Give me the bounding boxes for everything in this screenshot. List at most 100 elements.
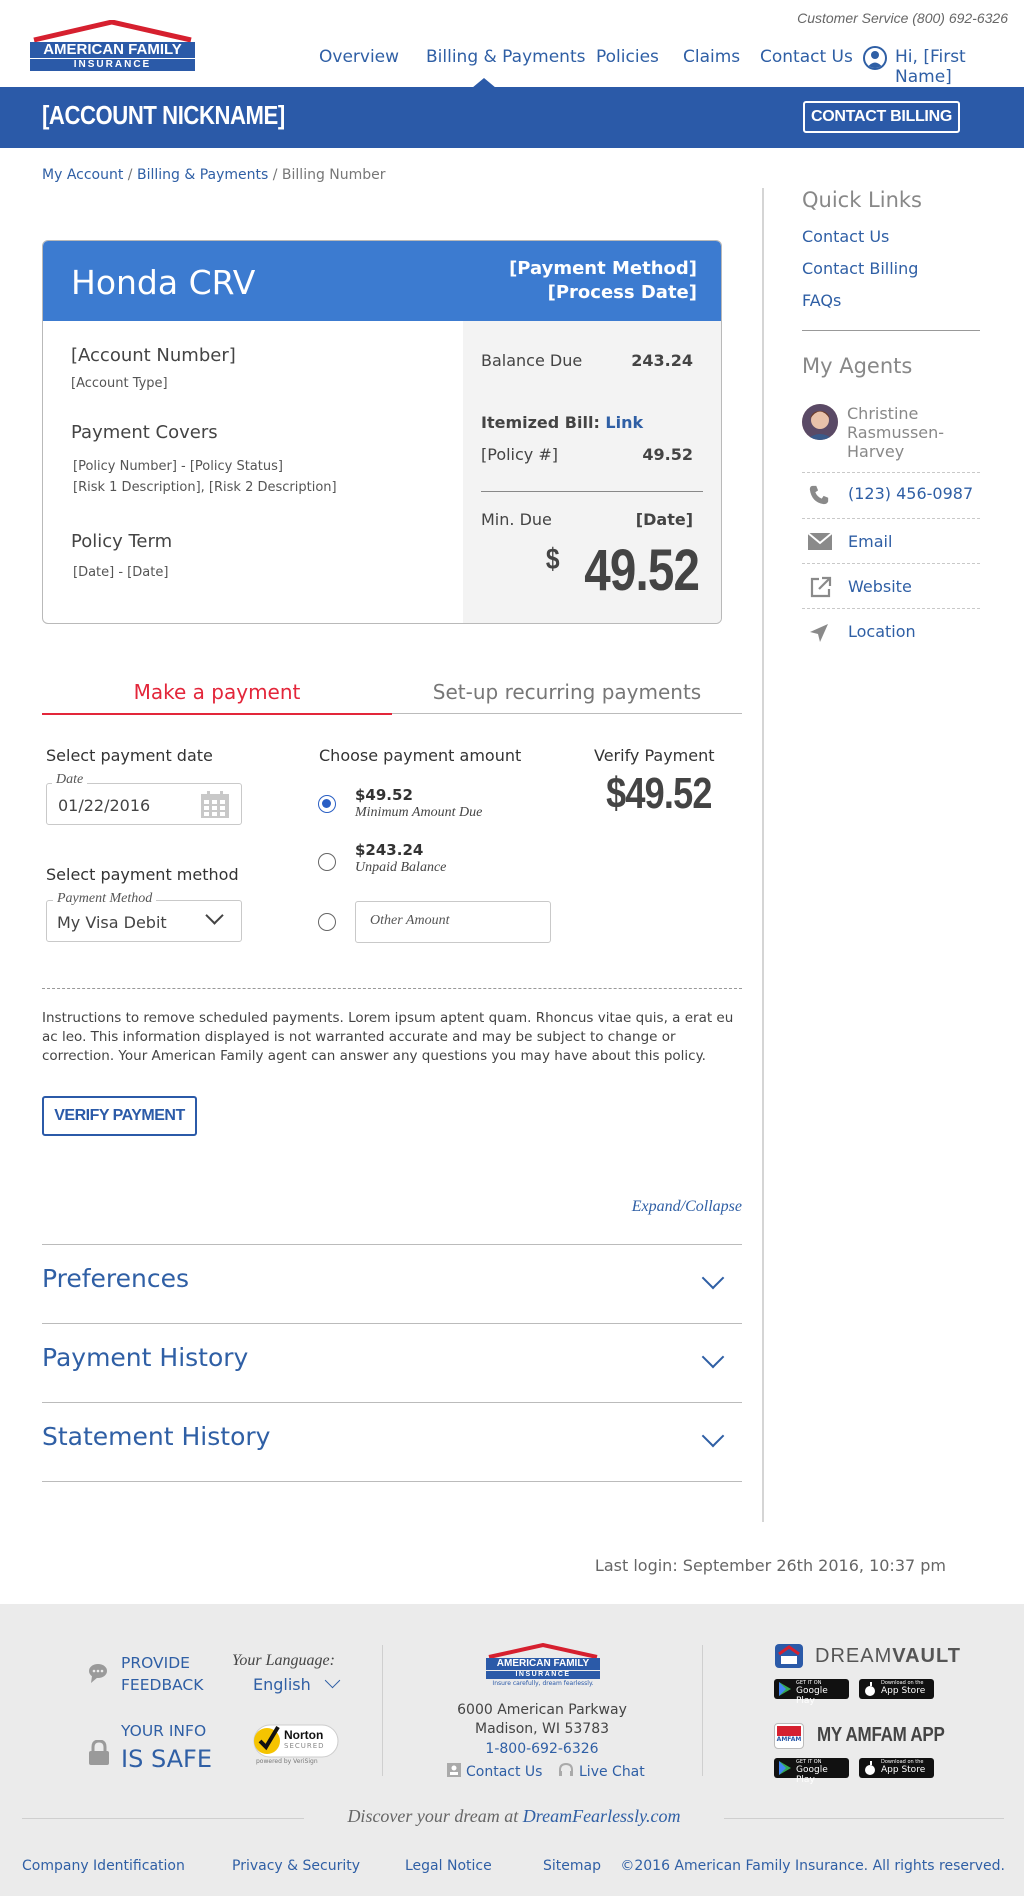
tabs-underline <box>392 713 742 714</box>
sidebar-dashed-divider <box>802 518 980 519</box>
agent-website[interactable]: Website <box>848 577 912 596</box>
agent-name: Christine Rasmussen- Harvey <box>847 404 944 461</box>
option-minimum-amount: $49.52 <box>355 786 413 804</box>
breadcrumb-separator: / <box>127 167 133 183</box>
location-icon <box>810 624 828 642</box>
google-play-badge[interactable]: GET IT ON Google Play <box>774 1758 849 1785</box>
language-label: Your Language: <box>232 1652 335 1669</box>
google-play-text: Google Play <box>796 1765 828 1785</box>
footer-link-sitemap[interactable]: Sitemap <box>543 1858 601 1874</box>
quick-link-faqs[interactable]: FAQs <box>802 291 841 310</box>
policy-term-heading: Policy Term <box>71 531 173 552</box>
chevron-down-icon[interactable] <box>701 1345 725 1369</box>
sidebar-dashed-divider <box>802 472 980 473</box>
date-value: 01/22/2016 <box>58 796 151 815</box>
nav-policies[interactable]: Policies <box>596 47 659 67</box>
nav-claims[interactable]: Claims <box>683 47 740 67</box>
google-play-icon <box>779 1682 791 1696</box>
accordion-divider <box>42 1481 742 1482</box>
payment-instructions: Instructions to remove scheduled payment… <box>42 1010 734 1064</box>
sidebar-dashed-divider <box>802 608 980 609</box>
logo-text-line1: AMERICAN FAMILY <box>43 41 182 58</box>
min-due-number: 49.52 <box>584 538 700 603</box>
breadcrumb-billing-payments[interactable]: Billing & Payments <box>137 167 268 183</box>
policy-status-line: [Policy Number] - [Policy Status] <box>73 459 283 474</box>
radio-unpaid-balance[interactable] <box>318 853 336 871</box>
address-line1: 6000 American Parkway <box>457 1702 627 1718</box>
logo[interactable]: AMERICAN FAMILY INSURANCE <box>30 20 195 72</box>
tab-make-payment[interactable]: Make a payment <box>42 680 392 704</box>
logo-text-line2: INSURANCE <box>73 59 152 70</box>
contact-card-icon <box>447 1763 461 1777</box>
app-store-badge[interactable]: Download on the App Store <box>859 1758 934 1778</box>
user-icon[interactable] <box>863 46 887 70</box>
footer-live-chat[interactable]: Live Chat <box>579 1764 645 1780</box>
bill-card: Honda CRV [Payment Method] [Process Date… <box>42 240 722 624</box>
my-agents-heading: My Agents <box>802 354 913 378</box>
bill-summary-panel: Balance Due 243.24 Itemized Bill: Link [… <box>463 321 721 623</box>
contact-billing-button[interactable]: CONTACT BILLING <box>803 101 960 133</box>
payment-covers-heading: Payment Covers <box>71 422 218 443</box>
risk-description-line: [Risk 1 Description], [Risk 2 Descriptio… <box>73 480 337 495</box>
accordion-statement-history[interactable]: Statement History <box>42 1422 270 1451</box>
agent-phone[interactable]: (123) 456-0987 <box>848 484 973 503</box>
norton-name: Norton <box>284 1728 324 1742</box>
itemized-bill-label: Itemized Bill: Link <box>481 413 643 432</box>
footer-link-legal-notice[interactable]: Legal Notice <box>405 1858 492 1874</box>
option-unpaid-desc: Unpaid Balance <box>355 860 447 875</box>
agent-email[interactable]: Email <box>848 532 892 551</box>
tab-recurring-payments[interactable]: Set-up recurring payments <box>392 680 742 704</box>
norton-secured-badge[interactable]: Norton SECURED powered by VeriSign <box>248 1718 341 1766</box>
copyright-text: ©2016 American Family Insurance. All rig… <box>620 1858 1005 1874</box>
feedback-icon <box>89 1664 107 1683</box>
chevron-down-icon[interactable] <box>701 1266 725 1290</box>
active-tab-indicator <box>42 713 392 715</box>
other-amount-input[interactable]: Other Amount <box>355 901 551 943</box>
dream-fearlessly-link[interactable]: DreamFearlessly.com <box>523 1806 681 1826</box>
last-login: Last login: September 26th 2016, 10:37 p… <box>594 1556 946 1575</box>
breadcrumb-my-account[interactable]: My Account <box>42 167 123 183</box>
footer-link-privacy-security[interactable]: Privacy & Security <box>232 1858 360 1874</box>
accordion-preferences[interactable]: Preferences <box>42 1264 189 1293</box>
account-nickname: [ACCOUNT NICKNAME] <box>42 100 285 130</box>
language-select[interactable]: English <box>253 1675 311 1694</box>
agent-avatar <box>802 404 838 440</box>
app-store-badge[interactable]: Download on the App Store <box>859 1679 934 1699</box>
quick-links-heading: Quick Links <box>802 188 923 212</box>
is-safe-text: IS SAFE <box>121 1745 213 1773</box>
payment-method-label: [Payment Method] <box>509 258 697 279</box>
sidebar-dashed-divider <box>802 563 980 564</box>
account-type: [Account Type] <box>71 376 168 391</box>
bill-card-title: Honda CRV <box>71 263 256 302</box>
agent-location[interactable]: Location <box>848 622 916 641</box>
expand-collapse-link[interactable]: Expand/Collapse <box>632 1198 742 1216</box>
itemized-bill-link[interactable]: Link <box>605 413 643 432</box>
quick-link-contact-billing[interactable]: Contact Billing <box>802 259 918 278</box>
footer-rule-left <box>22 1818 304 1819</box>
quick-link-contact-us[interactable]: Contact Us <box>802 227 889 246</box>
apple-icon <box>865 1761 875 1775</box>
option-unpaid-amount: $243.24 <box>355 841 424 859</box>
google-play-badge[interactable]: GET IT ON Google Play <box>774 1679 849 1706</box>
provide-feedback-link[interactable]: PROVIDE FEEDBACK <box>121 1652 203 1696</box>
balance-due-label: Balance Due <box>481 351 583 370</box>
radio-minimum-amount[interactable] <box>318 795 336 813</box>
accordion-payment-history[interactable]: Payment History <box>42 1343 248 1372</box>
footer-contact-us[interactable]: Contact Us <box>466 1764 542 1780</box>
chevron-down-icon[interactable] <box>701 1424 725 1448</box>
footer-phone[interactable]: 1-800-692-6326 <box>382 1741 702 1757</box>
user-greeting[interactable]: Hi, [First Name] <box>895 47 1024 87</box>
calendar-icon[interactable] <box>200 791 230 819</box>
date-field[interactable]: 01/22/2016 <box>46 783 242 825</box>
footer-rule-right <box>724 1818 1004 1819</box>
radio-other-amount[interactable] <box>318 913 336 931</box>
dreamvault-icon <box>775 1644 803 1668</box>
nav-overview[interactable]: Overview <box>319 47 399 67</box>
footer-logo[interactable]: AMERICAN FAMILY INSURANCE Insure careful… <box>486 1643 600 1687</box>
verify-payment-button[interactable]: VERIFY PAYMENT <box>42 1096 197 1136</box>
footer-link-company-identification[interactable]: Company Identification <box>22 1858 185 1874</box>
balance-due-value: 243.24 <box>631 351 693 370</box>
nav-billing-payments[interactable]: Billing & Payments <box>426 47 585 67</box>
nav-contact-us[interactable]: Contact Us <box>760 47 853 67</box>
your-info-text: YOUR INFO <box>121 1722 207 1740</box>
